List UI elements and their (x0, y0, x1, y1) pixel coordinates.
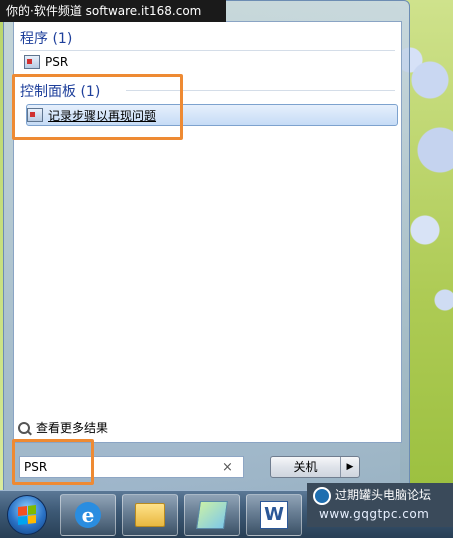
search-input[interactable] (20, 459, 216, 475)
taskbar-sticky-notes-button[interactable] (184, 494, 240, 536)
see-more-label: 查看更多结果 (36, 421, 109, 435)
windows-logo-icon (18, 505, 36, 525)
start-menu: 程序 (1) PSR 控制面板 (1) 记录步骤以再现问题 查看更多结果 × 关… (3, 0, 410, 492)
result-item-label: PSR (45, 55, 69, 69)
search-results-panel: 程序 (1) PSR 控制面板 (1) 记录步骤以再现问题 (13, 21, 402, 443)
site-watermark: 你的·软件频道 software.it168.com (0, 0, 226, 22)
group-divider (20, 50, 395, 51)
taskbar-explorer-button[interactable] (122, 494, 178, 536)
psr-icon (24, 55, 40, 69)
result-item-record-steps[interactable]: 记录步骤以再现问题 (26, 104, 398, 126)
shutdown-button[interactable]: 关机 (271, 457, 341, 477)
internet-explorer-icon: e (75, 502, 101, 528)
shutdown-split-button: 关机 ▶ (270, 456, 360, 478)
control-panel-icon (27, 108, 43, 122)
sticky-notes-icon (196, 501, 228, 529)
programs-group-header[interactable]: 程序 (1) (20, 28, 72, 48)
forum-watermark: 过期罐头电脑论坛 www.gqgtpc.com (307, 483, 453, 527)
forum-url: www.gqgtpc.com (319, 507, 430, 521)
result-item-label: 记录步骤以再现问题 (48, 108, 157, 123)
folder-icon (135, 503, 165, 527)
shutdown-options-arrow-icon[interactable]: ▶ (341, 457, 359, 477)
result-item-psr[interactable]: PSR (24, 52, 68, 72)
forum-name: 过期罐头电脑论坛 (335, 488, 432, 502)
group-divider (126, 90, 395, 91)
word-icon: W (260, 501, 288, 529)
taskbar-ie-button[interactable]: e (60, 494, 116, 536)
see-more-results-link[interactable]: 查看更多结果 (18, 419, 108, 436)
taskbar-word-button[interactable]: W (246, 494, 302, 536)
search-icon (18, 421, 30, 434)
clear-icon[interactable]: × (222, 460, 233, 475)
control-panel-group-header[interactable]: 控制面板 (1) (20, 81, 100, 101)
search-field[interactable]: × (19, 456, 244, 478)
start-button[interactable] (7, 495, 47, 535)
forum-logo-icon (313, 487, 331, 505)
